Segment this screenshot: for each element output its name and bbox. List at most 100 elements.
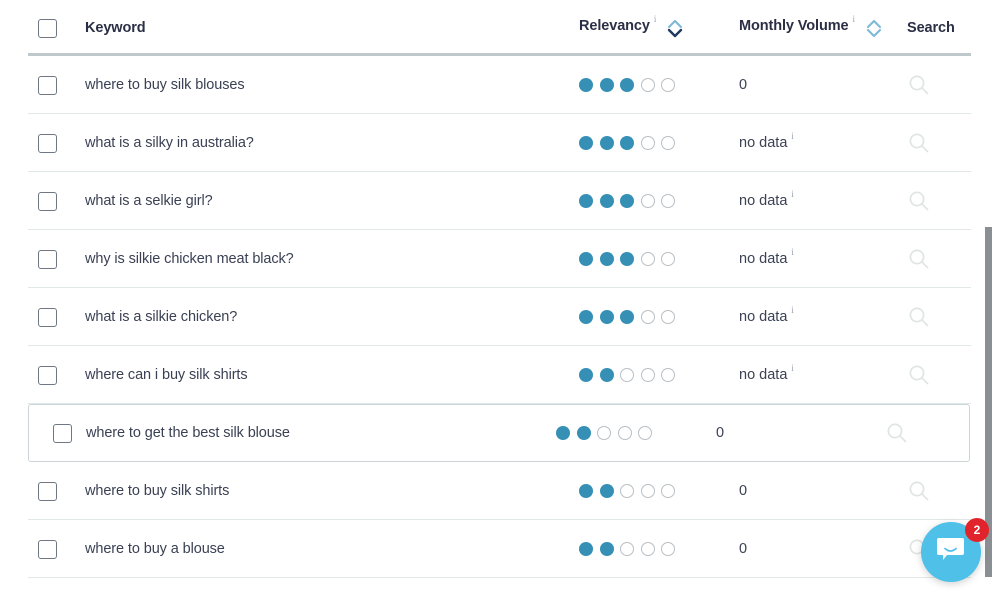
table-row[interactable]: why is silkie chicken meat black? no data…: [0, 230, 993, 288]
monthly-volume-cell: 0: [739, 541, 899, 557]
relevancy-dot-filled: [599, 194, 614, 208]
monthly-volume-cell: no data i: [739, 248, 899, 268]
row-checkbox[interactable]: [37, 539, 57, 559]
relevancy-dot-filled: [579, 252, 593, 266]
relevancy-dot-empty: [661, 194, 675, 208]
no-data-info-icon[interactable]: i: [791, 364, 794, 373]
monthly-volume-value: 0: [739, 77, 748, 93]
relevancy-dot-empty: [620, 542, 634, 556]
row-select-cell: [0, 249, 84, 269]
relevancy-dot-empty: [640, 194, 655, 208]
relevancy-dot-filled: [579, 310, 593, 324]
relevancy-cell: [579, 194, 739, 208]
search-magnifier-icon[interactable]: [907, 189, 931, 213]
table-row[interactable]: what is a silkie chicken? no data i: [0, 288, 993, 346]
relevancy-dot-empty: [661, 310, 675, 324]
relevancy-dot-empty: [638, 426, 652, 440]
monthly-volume-cell: 0: [716, 425, 876, 441]
relevancy-dot-empty: [640, 136, 655, 150]
table-row[interactable]: where can i buy silk shirts no data i: [0, 346, 993, 404]
table-row[interactable]: where to buy silk shirts 0: [0, 462, 993, 520]
keyword-cell: where to buy silk blouses: [84, 76, 579, 94]
search-magnifier-icon[interactable]: [907, 73, 931, 97]
monthly-volume-value: no data: [739, 367, 788, 383]
relevancy-rating-dots: [579, 484, 682, 498]
keyword-cell: where can i buy silk shirts: [84, 366, 579, 384]
monthly-volume-info-icon[interactable]: i: [853, 14, 856, 24]
monthly-volume-sort-icon[interactable]: [866, 19, 882, 39]
relevancy-dot-empty: [597, 426, 611, 440]
relevancy-dot-filled: [620, 252, 634, 266]
keyword-text: what is a selkie girl?: [85, 193, 213, 209]
relevancy-rating-dots: [579, 368, 682, 382]
table-row[interactable]: where to buy a blouse 0: [0, 520, 993, 578]
relevancy-dot-filled: [556, 426, 570, 440]
row-checkbox[interactable]: [37, 133, 57, 153]
no-data-info-icon[interactable]: i: [791, 190, 794, 199]
column-header-relevancy: Relevancy: [579, 17, 650, 34]
search-action-cell: [899, 363, 993, 387]
row-checkbox[interactable]: [37, 481, 57, 501]
row-checkbox[interactable]: [37, 249, 57, 269]
table-row[interactable]: where to buy silk blouses 0: [0, 56, 993, 114]
row-select-cell: [0, 191, 84, 211]
search-action-cell: [899, 305, 993, 329]
row-checkbox[interactable]: [37, 365, 57, 385]
no-data-info-icon[interactable]: i: [791, 248, 794, 257]
relevancy-cell: [579, 310, 739, 324]
relevancy-rating-dots: [579, 252, 682, 266]
no-data-info-icon[interactable]: i: [791, 306, 794, 315]
relevancy-dot-empty: [661, 136, 675, 150]
monthly-volume-value: no data: [739, 135, 788, 151]
row-checkbox[interactable]: [37, 75, 57, 95]
relevancy-dot-filled: [599, 252, 614, 266]
relevancy-cell: [579, 252, 739, 266]
relevancy-dot-filled: [599, 542, 614, 556]
relevancy-dot-filled: [620, 194, 634, 208]
relevancy-rating-dots: [579, 542, 682, 556]
monthly-volume-cell: no data i: [739, 190, 899, 210]
keyword-cell: where to get the best silk blouse: [85, 424, 556, 442]
row-checkbox[interactable]: [37, 307, 57, 327]
relevancy-info-icon[interactable]: i: [654, 14, 657, 24]
relevancy-dot-filled: [576, 426, 591, 440]
keyword-table: Keyword Relevancy i Monthly Volume i Sea…: [0, 0, 993, 597]
select-all-checkbox[interactable]: [37, 18, 57, 38]
relevancy-dot-empty: [661, 542, 675, 556]
relevancy-dot-empty: [640, 368, 655, 382]
relevancy-dot-filled: [620, 136, 634, 150]
search-magnifier-icon[interactable]: [907, 363, 931, 387]
row-checkbox[interactable]: [52, 423, 72, 443]
search-action-cell: [899, 73, 993, 97]
table-row[interactable]: what is a silky in australia? no data i: [0, 114, 993, 172]
relevancy-rating-dots: [556, 426, 659, 440]
monthly-volume-cell: 0: [739, 77, 899, 93]
relevancy-dot-filled: [579, 194, 593, 208]
row-checkbox[interactable]: [37, 191, 57, 211]
keyword-text: where to buy a blouse: [85, 541, 225, 557]
keyword-cell: what is a silkie chicken?: [84, 308, 579, 326]
no-data-info-icon[interactable]: i: [791, 132, 794, 141]
search-magnifier-icon[interactable]: [907, 131, 931, 155]
search-magnifier-icon[interactable]: [907, 479, 931, 503]
search-magnifier-icon[interactable]: [907, 305, 931, 329]
relevancy-sort-icon[interactable]: [667, 19, 683, 39]
relevancy-dot-empty: [661, 484, 675, 498]
vertical-scrollbar-track[interactable]: [984, 0, 993, 597]
search-magnifier-icon[interactable]: [885, 421, 909, 445]
relevancy-dot-empty: [617, 426, 632, 440]
column-header-search: Search: [907, 20, 955, 36]
relevancy-rating-dots: [579, 194, 682, 208]
monthly-volume-value: no data: [739, 193, 788, 209]
chat-bubble-icon: [937, 538, 964, 560]
intercom-chat-launcher[interactable]: 2: [921, 518, 989, 582]
keyword-cell: what is a selkie girl?: [84, 192, 579, 210]
table-row[interactable]: what is a selkie girl? no data i: [0, 172, 993, 230]
table-row[interactable]: where to get the best silk blouse 0: [28, 404, 970, 462]
search-magnifier-icon[interactable]: [907, 247, 931, 271]
row-select-cell: [0, 365, 84, 385]
header-keyword-cell[interactable]: Keyword: [84, 19, 579, 37]
relevancy-dot-empty: [640, 542, 655, 556]
relevancy-cell: [579, 542, 739, 556]
sort-chevrons-icon: [668, 19, 683, 37]
